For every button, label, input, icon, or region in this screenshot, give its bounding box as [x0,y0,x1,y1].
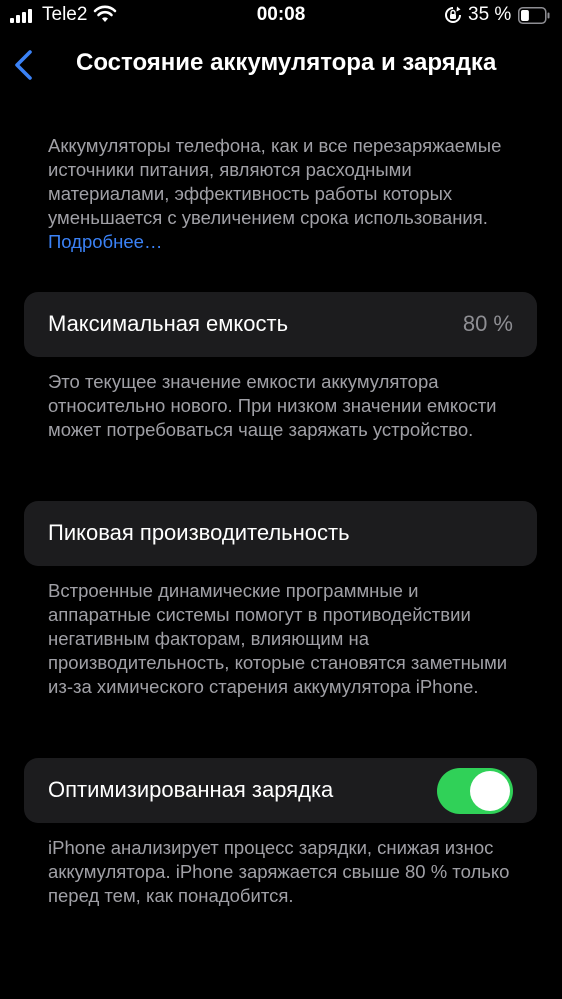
optimized-charging-cell: Оптимизированная зарядка [24,758,537,823]
optimized-charging-footer: iPhone анализирует процесс зарядки, сниж… [48,837,510,906]
max-capacity-label: Максимальная емкость [48,311,289,336]
back-chevron-icon[interactable] [10,48,38,82]
toggle-knob [470,771,510,811]
intro-description: Аккумуляторы телефона, как и все перезар… [48,134,518,254]
peak-performance-footer: Встроенные динамические программные и ап… [48,580,508,697]
max-capacity-cell: Максимальная емкость 80 % [24,292,537,357]
max-capacity-value: 80 % [462,311,513,336]
peak-performance-cell: Пиковая производительность [24,501,537,566]
peak-performance-label: Пиковая производительность [48,520,350,545]
battery-percent: 35 % [468,4,512,25]
page-title: Состояние аккумулятора и зарядка [76,49,497,76]
orientation-lock-icon [445,6,461,23]
status-bar: Tele2 00:08 35 % [0,0,562,32]
learn-more-link[interactable]: Подробнее… [48,231,162,252]
intro-text: Аккумуляторы телефона, как и все перезар… [48,135,502,228]
battery-icon [518,7,550,24]
optimized-charging-label: Оптимизированная зарядка [48,777,334,802]
optimized-charging-toggle[interactable] [437,768,513,814]
max-capacity-footer: Это текущее значение емкости аккумулятор… [48,371,497,440]
navigation-bar: Состояние аккумулятора и зарядка [0,40,562,90]
